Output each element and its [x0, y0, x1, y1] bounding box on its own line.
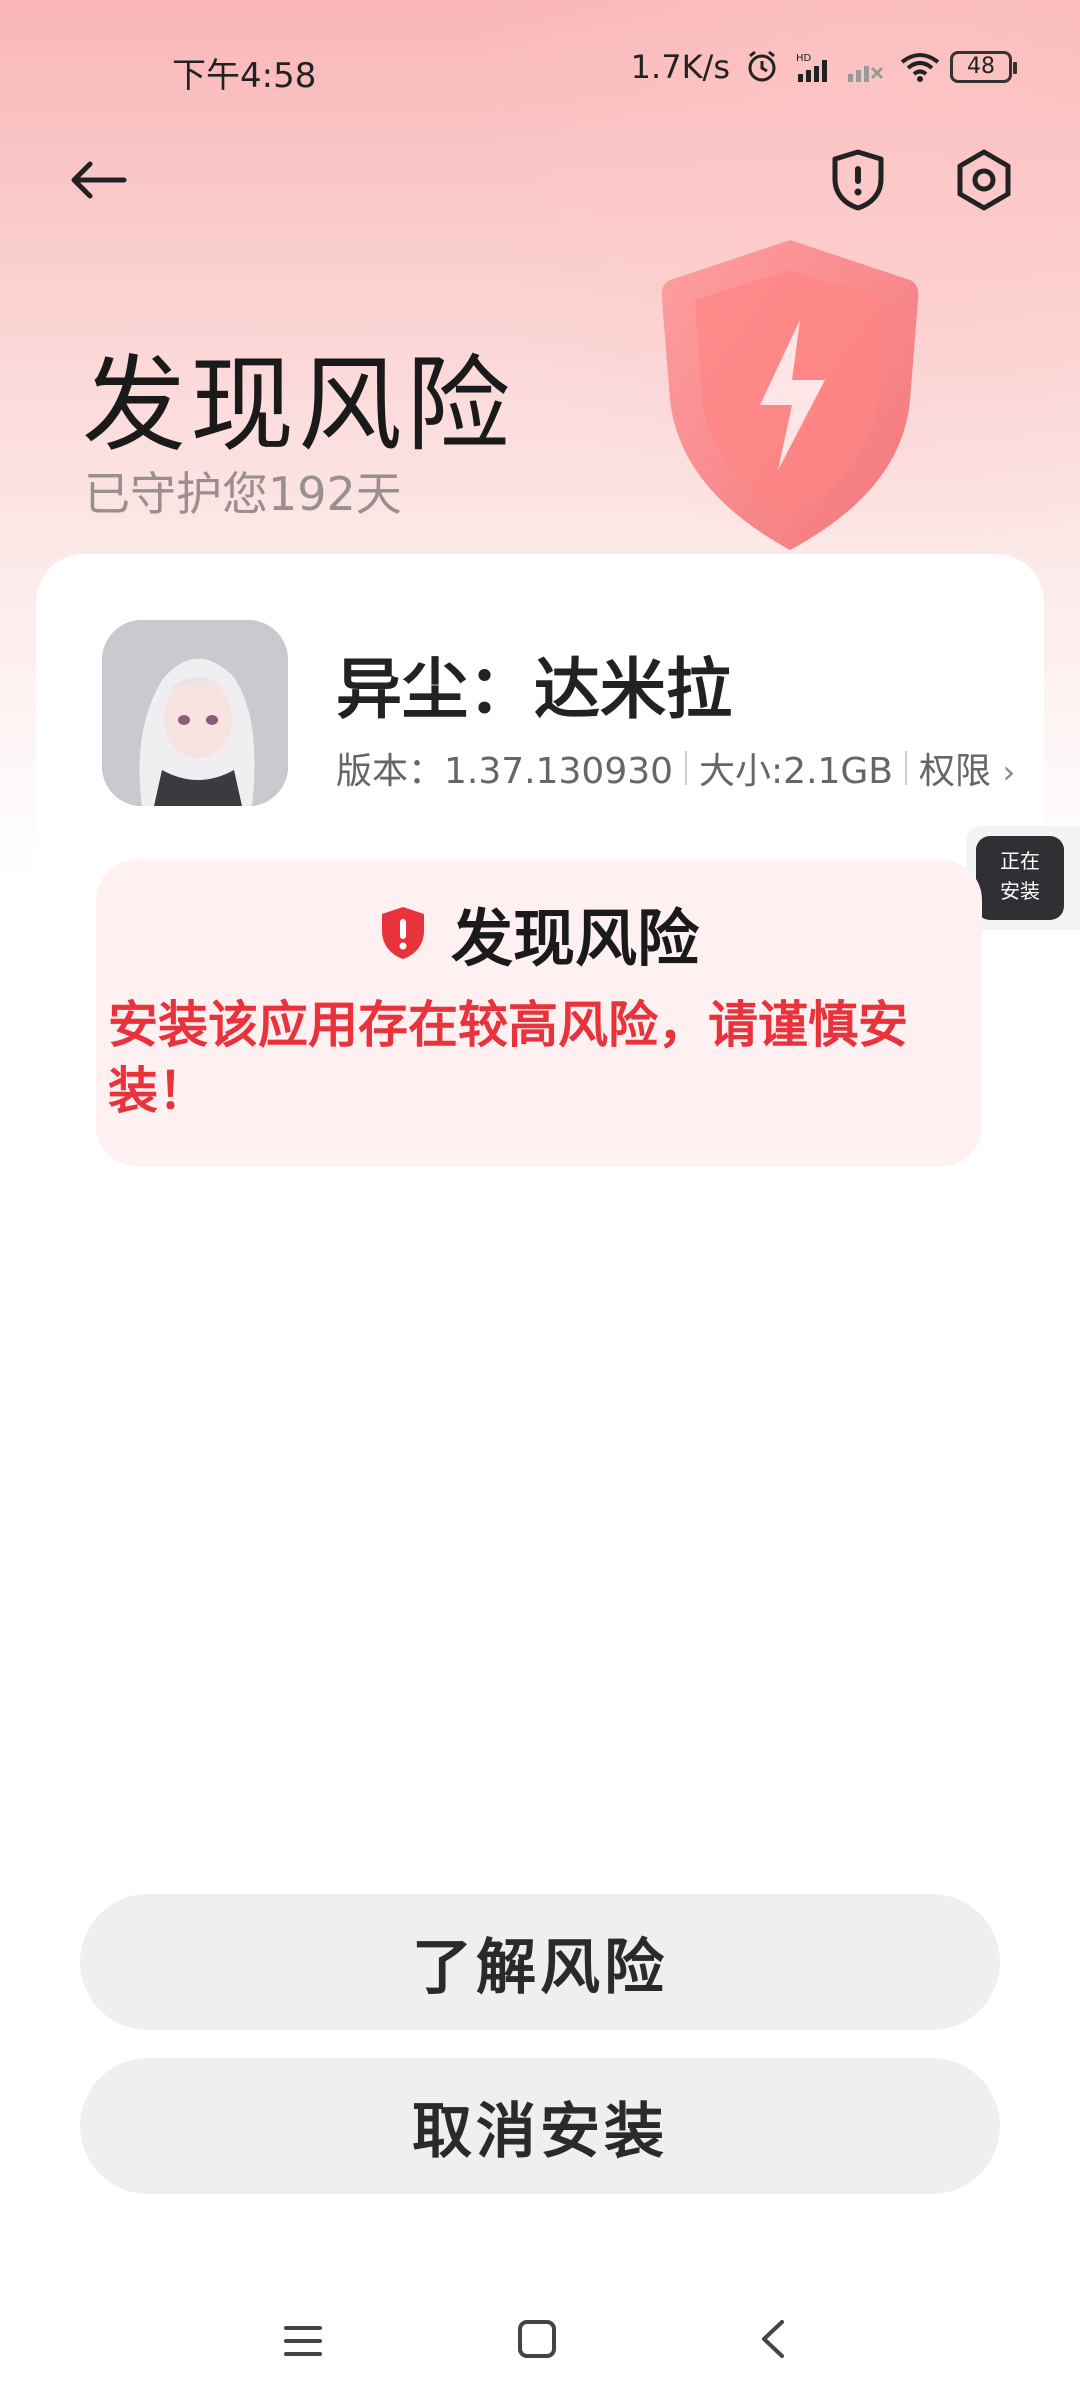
hero-shield-icon: [661, 240, 919, 550]
permissions-label: 权限: [919, 751, 992, 792]
status-bar: 下午4:58 1.7K/s HD 48: [0, 40, 1080, 100]
risk-title: 发现风险: [450, 902, 699, 975]
home-icon: [518, 2320, 556, 2358]
risk-message: 安装该应用存在较高风险，请谨慎安装！: [108, 996, 908, 1120]
nav-back-button[interactable]: [750, 2314, 800, 2364]
installing-indicator: 正在 安装: [976, 836, 1064, 920]
network-speed: 1.7K/s: [630, 48, 730, 86]
svg-text:HD: HD: [796, 53, 812, 64]
page-subtitle: 已守护您192天: [84, 467, 402, 521]
status-time: 下午4:58: [172, 56, 317, 96]
home-button[interactable]: [512, 2314, 562, 2364]
app-size: 大小:2.1GB: [699, 751, 894, 792]
settings-button[interactable]: [944, 140, 1024, 220]
risk-header: 发现风险: [96, 888, 982, 978]
signal-icon: [846, 50, 886, 84]
wifi-icon: [898, 50, 940, 84]
app-icon: [102, 620, 288, 806]
hd-signal-icon: HD: [794, 50, 834, 84]
permissions-link[interactable]: 权限 ›: [919, 742, 1015, 794]
cancel-install-button[interactable]: 取消安装: [80, 2058, 1000, 2194]
back-icon: [762, 2320, 784, 2358]
app-name: 异尘：达米拉: [336, 651, 732, 728]
settings-icon: [957, 149, 1011, 211]
security-button[interactable]: [818, 140, 898, 220]
installing-line2: 安装: [1000, 879, 1040, 903]
app-meta: 版本：1.37.130930 大小:2.1GB 权限 ›: [336, 742, 1015, 794]
menu-icon: [284, 2326, 322, 2356]
alarm-icon: [742, 50, 782, 84]
shield-alert-icon: [832, 149, 884, 211]
app-version: 版本：1.37.130930: [336, 751, 674, 792]
divider: [685, 751, 688, 785]
shield-alert-icon: [381, 907, 424, 959]
chevron-right-icon: ›: [1002, 753, 1016, 791]
battery-icon: 48: [950, 51, 1017, 83]
learn-risk-button[interactable]: 了解风险: [80, 1894, 1000, 2030]
divider: [905, 751, 908, 785]
risk-warning-box: 发现风险 安装该应用存在较高风险，请谨慎安装！: [96, 860, 982, 1166]
navigation-bar: [0, 2300, 1080, 2380]
page-title: 发现风险: [82, 344, 515, 466]
installing-badge[interactable]: 正在 安装: [966, 826, 1080, 930]
installing-line1: 正在: [1000, 849, 1040, 873]
back-arrow-icon: [71, 161, 127, 199]
status-icons: 1.7K/s HD 48: [630, 48, 1017, 86]
menu-button[interactable]: [278, 2316, 328, 2366]
back-button[interactable]: [58, 140, 138, 220]
